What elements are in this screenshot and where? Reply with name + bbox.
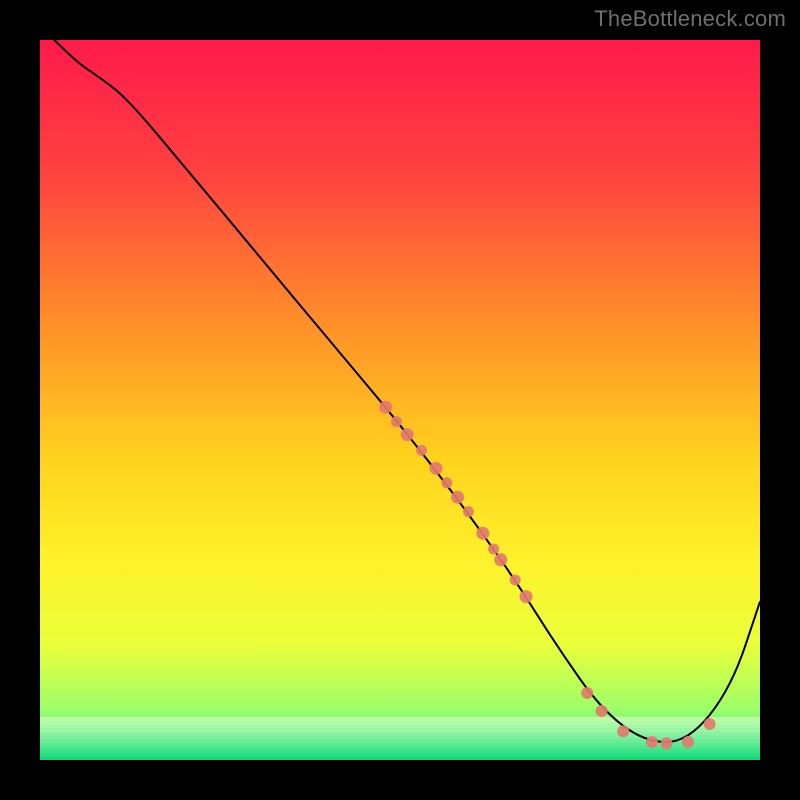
bottom-stripe xyxy=(40,724,760,728)
data-point xyxy=(660,737,672,749)
bottom-stripe xyxy=(40,731,760,735)
data-point xyxy=(430,462,443,475)
data-point xyxy=(416,445,427,456)
data-point xyxy=(476,527,489,540)
data-point xyxy=(704,718,716,730)
data-point xyxy=(520,590,533,603)
data-point xyxy=(391,416,402,427)
data-point xyxy=(488,544,499,555)
data-point xyxy=(441,477,452,488)
chart-frame: TheBottleneck.com xyxy=(0,0,800,800)
bottom-stripe xyxy=(40,753,760,757)
bottom-stripe xyxy=(40,756,760,760)
bottom-stripe xyxy=(40,717,760,721)
data-point xyxy=(494,553,507,566)
bottom-stripe xyxy=(40,720,760,724)
bottom-stripe xyxy=(40,749,760,753)
watermark-text: TheBottleneck.com xyxy=(594,6,786,32)
data-point xyxy=(510,575,521,586)
data-point xyxy=(596,705,608,717)
gradient-background xyxy=(40,40,760,760)
bottom-stripe xyxy=(40,728,760,732)
chart-svg xyxy=(40,40,760,760)
data-point xyxy=(401,428,414,441)
data-point xyxy=(463,506,474,517)
data-point xyxy=(581,687,593,699)
data-point xyxy=(682,736,694,748)
data-point xyxy=(617,725,629,737)
data-point xyxy=(379,401,392,414)
data-point xyxy=(451,491,464,504)
data-point xyxy=(646,736,658,748)
plot-area xyxy=(40,40,760,760)
